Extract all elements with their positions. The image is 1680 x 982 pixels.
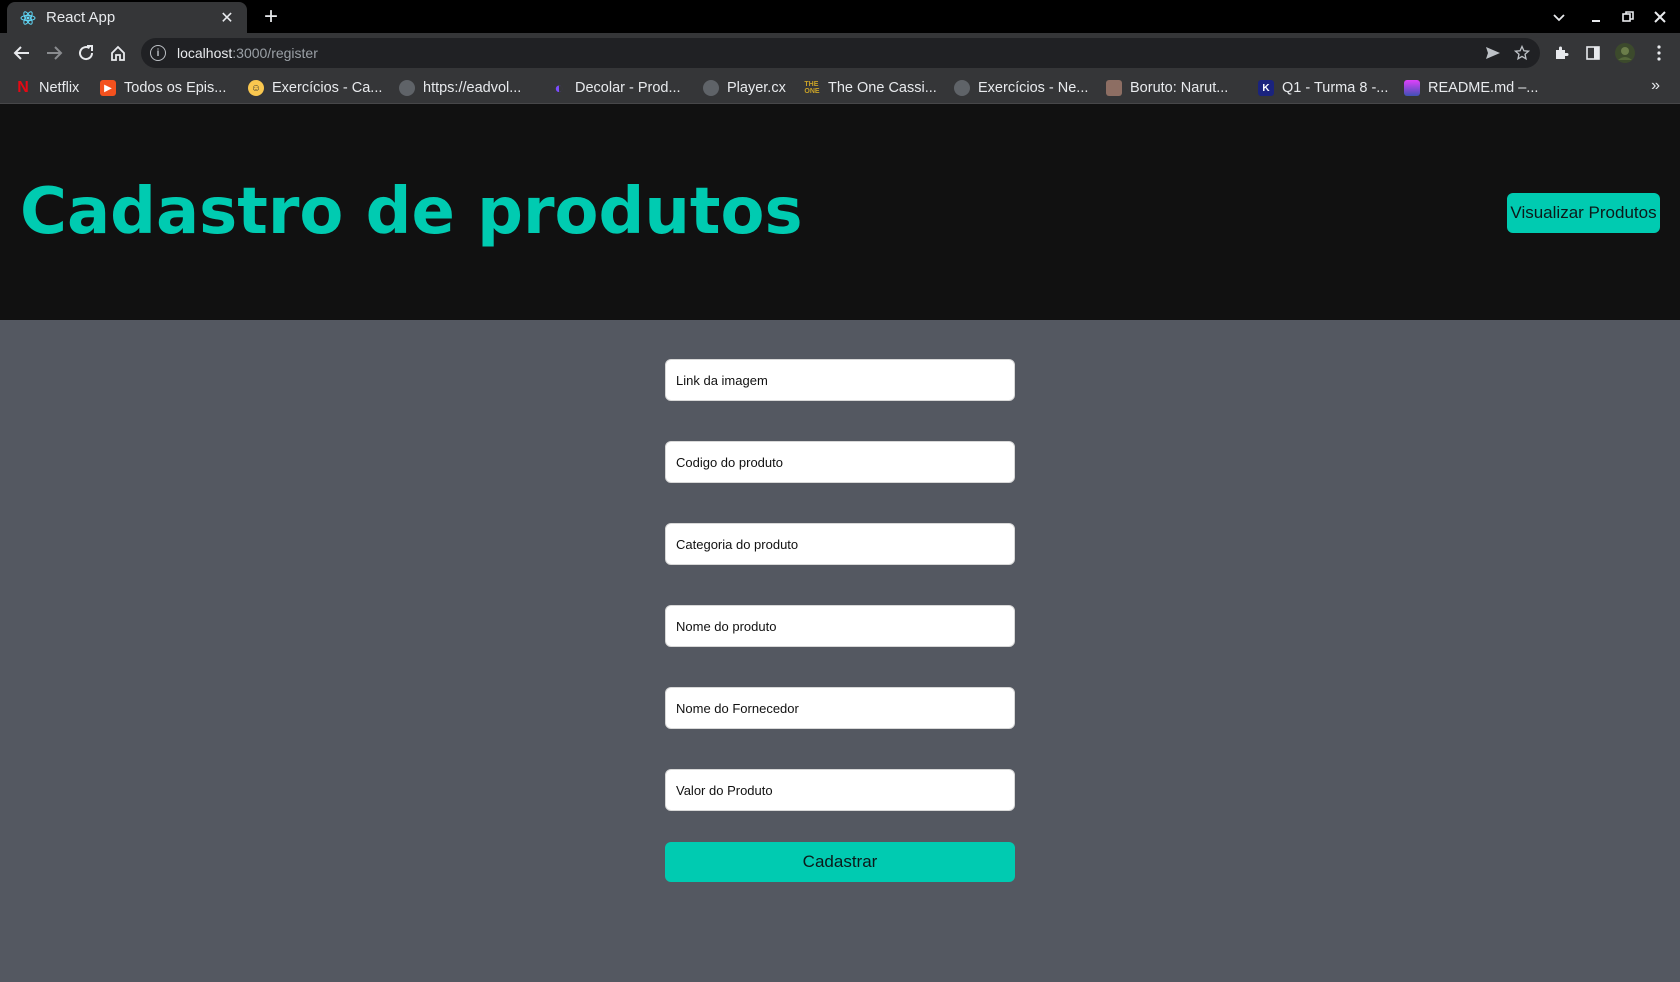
bookmark-exercicios-ca[interactable]: ☺ Exercícios - Ca... (248, 78, 382, 98)
address-bar[interactable]: i localhost:3000/register (141, 38, 1540, 68)
bookmark-netflix[interactable]: N Netflix (15, 78, 79, 98)
tab-title: React App (46, 9, 116, 26)
bookmark-todos-os-episodios[interactable]: ▶ Todos os Epis... (100, 78, 226, 98)
bookmark-decolar[interactable]: ◐ Decolar - Prod... (551, 78, 681, 98)
tab-strip: React App ✕ + (0, 0, 1680, 33)
bookmark-label: Exercícios - Ne... (978, 80, 1089, 96)
bookmark-label: README.md –... (1428, 80, 1539, 96)
image-link-input[interactable] (665, 359, 1015, 401)
register-button[interactable]: Cadastrar (665, 842, 1015, 882)
back-icon[interactable] (9, 40, 35, 66)
forward-icon[interactable] (41, 40, 67, 66)
browser-toolbar: i localhost:3000/register (0, 33, 1680, 73)
send-icon[interactable] (1484, 44, 1502, 62)
extensions-icon[interactable] (1548, 40, 1574, 66)
minimize-icon[interactable] (1583, 4, 1609, 30)
globe-icon (954, 80, 970, 96)
bookmark-exercicios-ne[interactable]: Exercícios - Ne... (954, 78, 1088, 98)
bookmark-label: Boruto: Narut... (1130, 80, 1229, 96)
page-header: Cadastro de produtos Visualizar Produtos (0, 104, 1680, 320)
menu-icon[interactable] (1646, 40, 1672, 66)
kenzie-icon: K (1258, 80, 1274, 96)
moon-icon: ◐ (554, 79, 564, 97)
bookmark-eadvol[interactable]: https://eadvol... (399, 78, 521, 98)
restore-icon[interactable] (1615, 4, 1641, 30)
supplier-name-input[interactable] (665, 687, 1015, 729)
url-path: :3000/register (232, 45, 318, 61)
view-products-button[interactable]: Visualizar Produtos (1507, 193, 1660, 233)
globe-icon (703, 80, 719, 96)
page-title: Cadastro de produtos (20, 175, 803, 249)
bookmark-boruto[interactable]: Boruto: Narut... (1106, 78, 1228, 98)
profile-avatar[interactable] (1612, 40, 1638, 66)
the-one-icon: THE ONE (804, 81, 820, 95)
tab-react-app[interactable]: React App ✕ (7, 2, 247, 33)
globe-icon (399, 80, 415, 96)
product-category-input[interactable] (665, 523, 1015, 565)
bookmarks-bar: N Netflix ▶ Todos os Epis... ☺ Exercício… (0, 73, 1680, 104)
netflix-icon: N (17, 79, 29, 96)
boruto-icon (1106, 80, 1122, 96)
bookmark-q1-turma-8[interactable]: K Q1 - Turma 8 -... (1258, 78, 1388, 98)
more-bookmarks-icon[interactable]: » (1651, 77, 1660, 95)
react-icon (20, 10, 36, 26)
tab-search-icon[interactable] (1546, 4, 1572, 30)
bookmark-player-cx[interactable]: Player.cx (703, 78, 786, 98)
bookmark-label: Netflix (39, 80, 80, 96)
readme-icon (1404, 80, 1420, 96)
bookmark-label: Player.cx (727, 80, 786, 96)
bookmark-label: The One Cassi... (828, 80, 937, 96)
home-icon[interactable] (105, 40, 131, 66)
play-icon: ▶ (100, 80, 116, 96)
product-price-input[interactable] (665, 769, 1015, 811)
bookmark-label: Decolar - Prod... (575, 80, 681, 96)
product-code-input[interactable] (665, 441, 1015, 483)
bookmark-the-one-cassino[interactable]: THE ONE The One Cassi... (804, 78, 937, 98)
bookmark-label: Exercícios - Ca... (272, 80, 383, 96)
face-icon: ☺ (248, 80, 264, 96)
url-host: localhost (177, 45, 233, 61)
star-icon[interactable] (1513, 44, 1531, 62)
new-tab-button[interactable]: + (258, 3, 284, 30)
bookmark-label: Q1 - Turma 8 -... (1282, 80, 1389, 96)
bookmark-readme[interactable]: README.md –... (1404, 78, 1538, 98)
product-name-input[interactable] (665, 605, 1015, 647)
bookmark-label: https://eadvol... (423, 80, 522, 96)
register-form: Cadastrar (0, 320, 1680, 982)
bookmark-label: Todos os Epis... (124, 80, 227, 96)
side-panel-icon[interactable] (1580, 40, 1606, 66)
site-info-icon[interactable]: i (150, 45, 166, 61)
tab-close-icon[interactable]: ✕ (217, 8, 237, 28)
close-window-icon[interactable] (1647, 4, 1673, 30)
reload-icon[interactable] (73, 40, 99, 66)
